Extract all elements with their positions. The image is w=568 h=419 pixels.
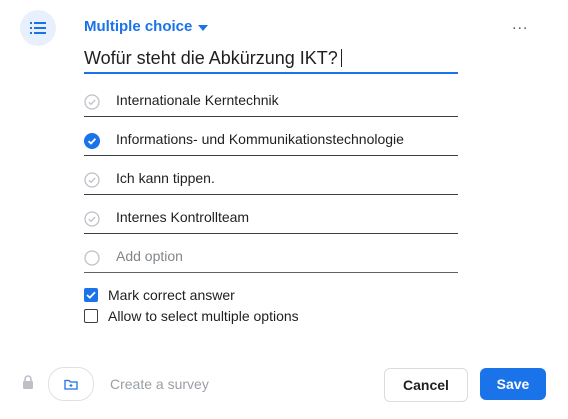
check-circle-outline-icon[interactable] (84, 211, 100, 227)
checkmark-icon (86, 291, 96, 299)
question-type-icon-button[interactable] (20, 10, 56, 46)
mark-correct-label: Mark correct answer (108, 287, 235, 303)
option-label[interactable]: Internes Kontrollteam (116, 209, 249, 225)
check-circle-outline-icon[interactable] (84, 94, 100, 110)
option-label[interactable]: Internationale Kerntechnik (116, 92, 279, 108)
question-type-dropdown[interactable]: Multiple choice (84, 18, 209, 35)
folder-button[interactable] (48, 367, 94, 401)
more-horizontal-icon: ... (512, 16, 529, 33)
option-row[interactable]: Internes Kontrollteam (84, 205, 458, 234)
radio-empty-icon (84, 250, 100, 266)
create-survey-link[interactable]: Create a survey (110, 376, 209, 392)
save-button[interactable]: Save (480, 368, 546, 400)
lock-icon[interactable] (22, 375, 34, 389)
question-input[interactable]: Wofür steht die Abkürzung IKT? (84, 48, 458, 74)
option-row[interactable]: Ich kann tippen. (84, 166, 458, 195)
add-option-row[interactable]: Add option (84, 244, 458, 273)
question-text: Wofür steht die Abkürzung IKT? (84, 48, 338, 68)
option-row[interactable]: Informations- und Kommunikationstechnolo… (84, 127, 458, 156)
mark-correct-answer-row[interactable]: Mark correct answer (84, 287, 235, 303)
multiple-options-row[interactable]: Allow to select multiple options (84, 308, 299, 324)
check-circle-filled-icon[interactable] (84, 133, 100, 149)
option-label[interactable]: Informations- und Kommunikationstechnolo… (116, 131, 404, 147)
folder-icon (64, 379, 78, 390)
add-option-input[interactable]: Add option (116, 248, 183, 264)
multiple-options-checkbox[interactable] (84, 309, 98, 323)
chevron-down-icon (198, 24, 209, 31)
check-circle-outline-icon[interactable] (84, 172, 100, 188)
option-label[interactable]: Ich kann tippen. (116, 170, 215, 186)
mark-correct-checkbox[interactable] (84, 288, 98, 302)
text-cursor (340, 49, 342, 67)
more-options-button[interactable]: ... (512, 17, 528, 33)
list-icon (30, 22, 46, 34)
cancel-button[interactable]: Cancel (384, 368, 468, 402)
option-row[interactable]: Internationale Kerntechnik (84, 88, 458, 117)
question-type-label: Multiple choice (84, 18, 193, 35)
multiple-options-label: Allow to select multiple options (108, 308, 299, 324)
